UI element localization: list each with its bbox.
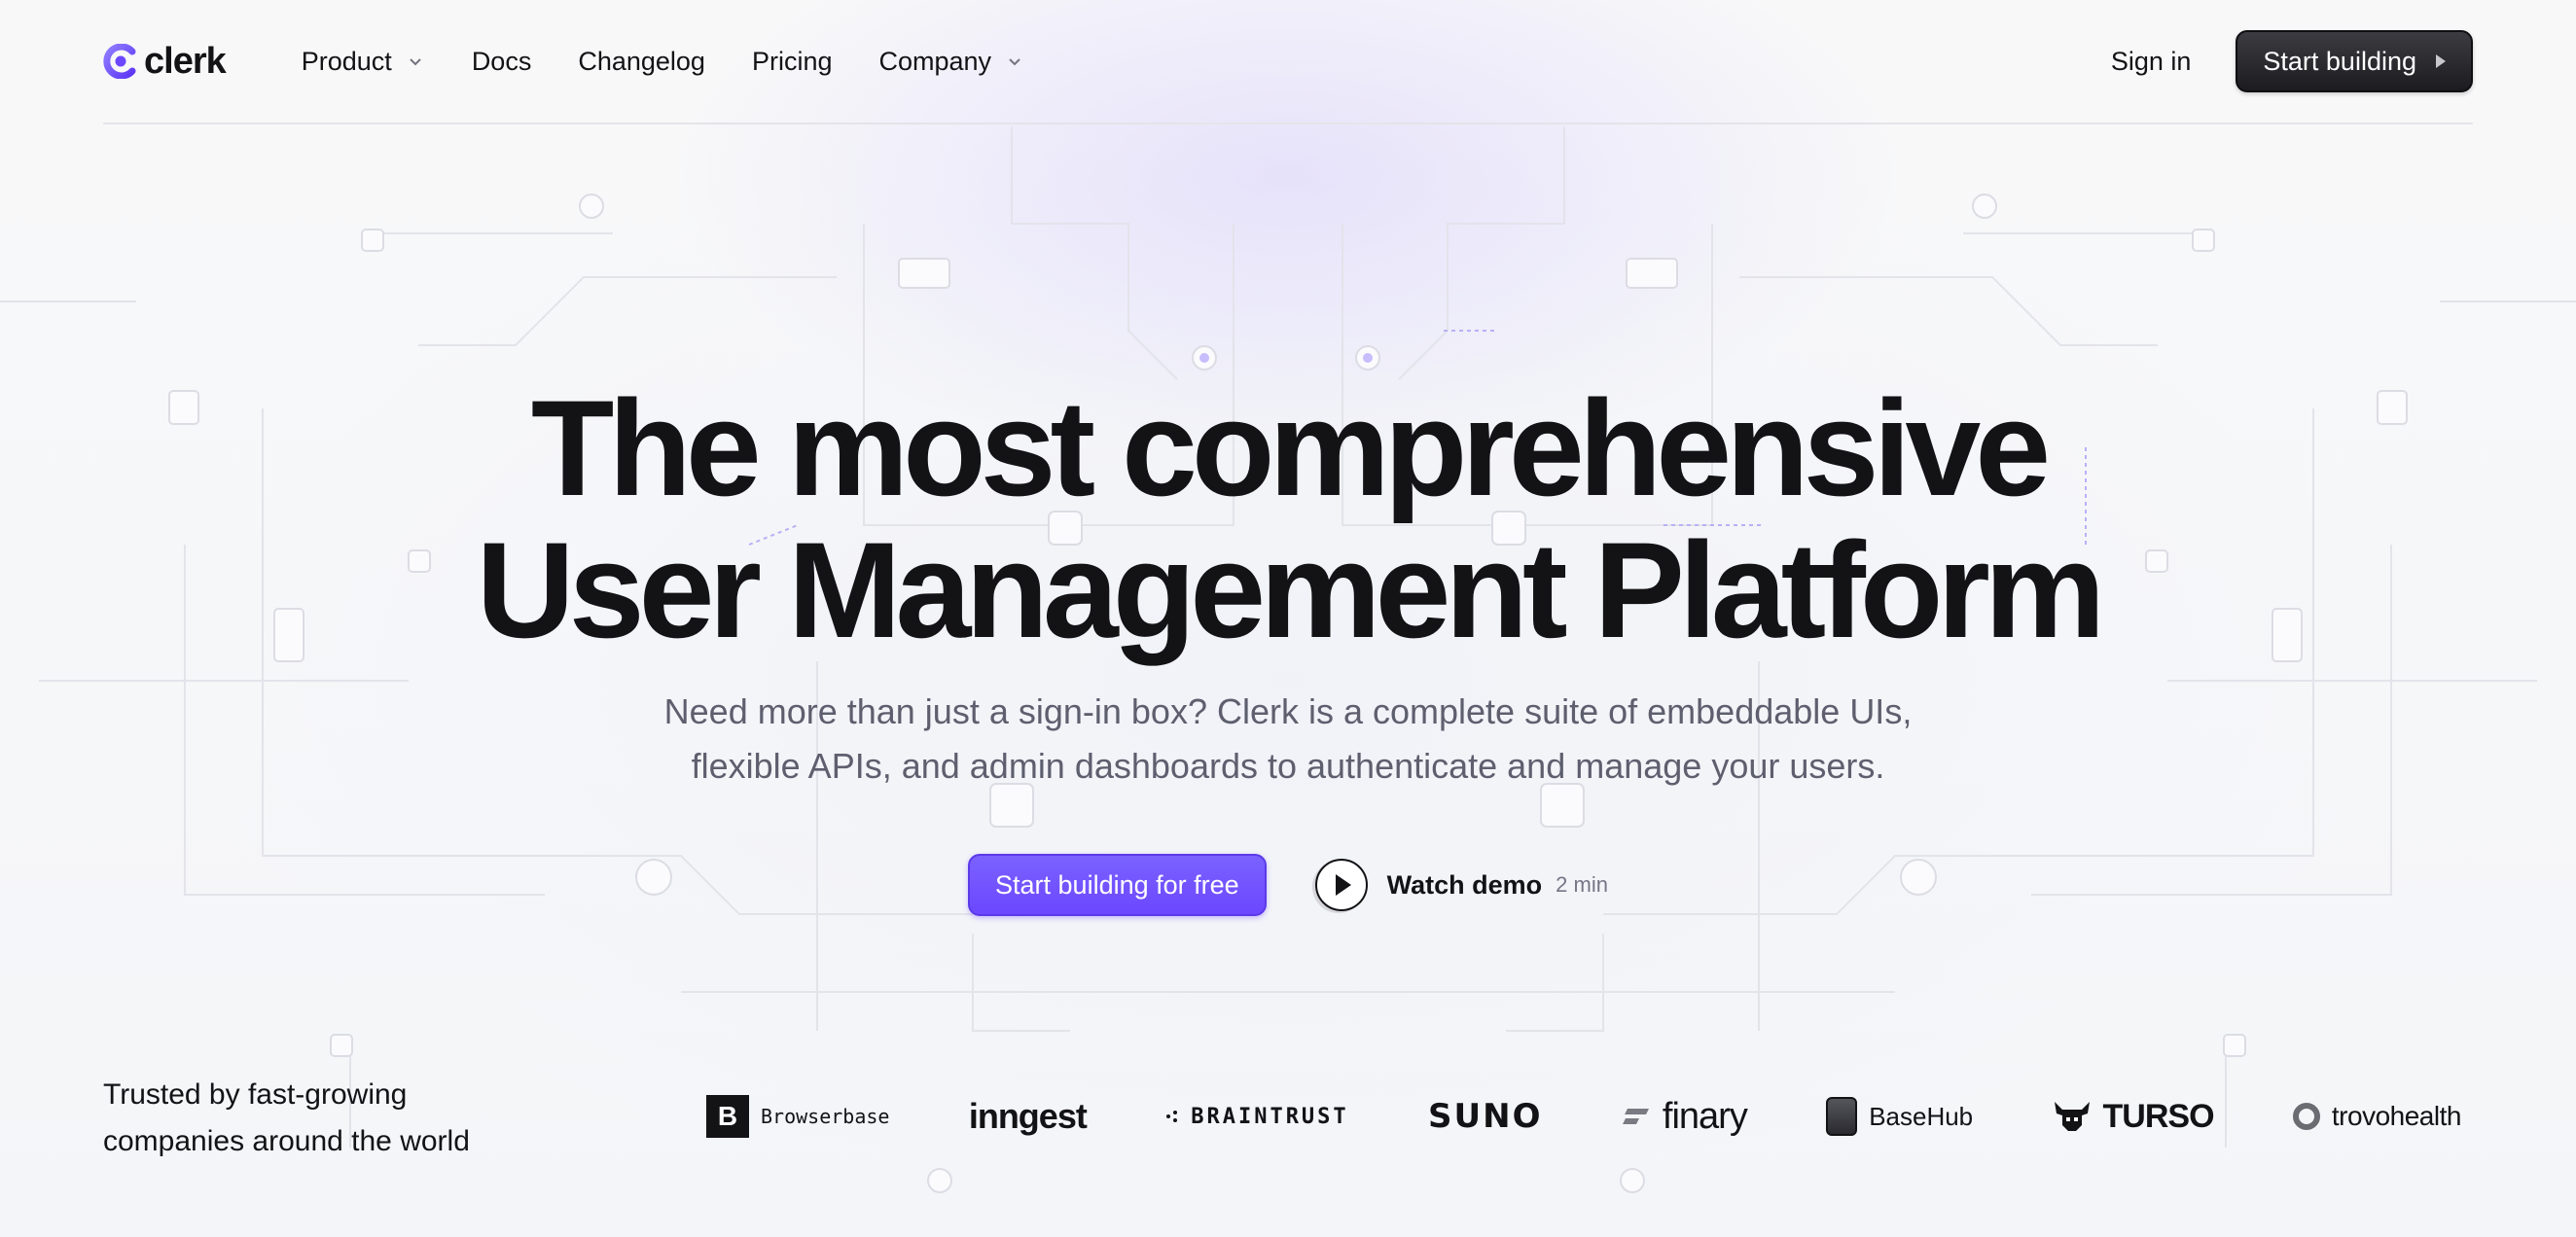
- nav-item-pricing[interactable]: Pricing: [752, 47, 833, 77]
- watch-demo-duration: 2 min: [1556, 872, 1608, 897]
- logo-finary: finary: [1622, 1095, 1748, 1138]
- watch-demo-button[interactable]: Watch demo 2 min: [1314, 859, 1608, 911]
- nav-item-label: Changelog: [578, 46, 705, 76]
- trovo-ring-icon: [2292, 1103, 2320, 1130]
- logo-label: finary: [1662, 1095, 1748, 1137]
- hero-subtitle: Need more than just a sign-in box? Clerk…: [0, 685, 2576, 794]
- start-building-free-button[interactable]: Start building for free: [968, 854, 1267, 916]
- hero-title-line-2: User Management Platform: [476, 513, 2106, 666]
- hero-subtitle-line-2: flexible APIs, and admin dashboards to a…: [691, 746, 1885, 786]
- chevron-down-icon: [1009, 58, 1020, 66]
- nav-item-label: Pricing: [751, 46, 833, 76]
- logo-label: BaseHub: [1869, 1101, 1974, 1131]
- play-icon: [1314, 859, 1368, 911]
- hero-subtitle-line-1: Need more than just a sign-in box? Clerk…: [663, 691, 1913, 731]
- nav-item-company[interactable]: Company: [878, 47, 1024, 77]
- play-arrow-icon: [2436, 54, 2446, 68]
- nav-item-label: Product: [301, 46, 392, 76]
- nav-item-changelog[interactable]: Changelog: [578, 47, 705, 77]
- logo-label: BRAINTRUST: [1191, 1104, 1349, 1129]
- hero-title: The most comprehensive User Management P…: [0, 377, 2576, 661]
- nav-item-product[interactable]: Product: [302, 47, 425, 77]
- watch-demo-label: Watch demo: [1386, 869, 1543, 900]
- nav-item-docs[interactable]: Docs: [472, 47, 532, 77]
- logo-turso: TURSO: [2053, 1097, 2215, 1136]
- logo-label: SUNO: [1428, 1097, 1543, 1136]
- start-building-button[interactable]: Start building: [2236, 30, 2473, 92]
- logo-label: inngest: [968, 1096, 1088, 1136]
- turso-bull-icon: [2054, 1102, 2090, 1131]
- chevron-down-icon: [410, 58, 421, 66]
- customer-logos: B Browserbase inngest BRAINTRUST SUNO fi…: [706, 1087, 2461, 1146]
- basehub-logo-mark: [1826, 1097, 1858, 1136]
- top-navigation: clerk Product Docs Changelog Pricing Com…: [103, 0, 2473, 124]
- start-building-label: Start building: [2263, 46, 2416, 76]
- logo-label: TURSO: [2102, 1097, 2215, 1135]
- logo-braintrust: BRAINTRUST: [1165, 1105, 1348, 1129]
- logo-wordmark: clerk: [144, 40, 227, 82]
- logo-trovohealth: trovohealth: [2292, 1101, 2462, 1132]
- nav-item-label: Docs: [471, 46, 532, 76]
- sign-in-link[interactable]: Sign in: [2111, 47, 2192, 77]
- nav-links: Product Docs Changelog Pricing Company: [302, 47, 1024, 77]
- nav-actions: Sign in Start building: [2111, 30, 2473, 92]
- logo-basehub: BaseHub: [1826, 1097, 1973, 1136]
- nav-item-label: Company: [878, 46, 992, 76]
- braintrust-dots-icon: [1166, 1111, 1178, 1122]
- logo-inngest: inngest: [968, 1096, 1088, 1137]
- hero-title-line-1: The most comprehensive: [530, 371, 2051, 524]
- logo-label: Browserbase: [761, 1105, 890, 1128]
- clerk-logo-icon: [103, 44, 136, 79]
- browserbase-logo-mark: B: [706, 1095, 749, 1138]
- hero-cta-row: Start building for free Watch demo 2 min: [0, 854, 2576, 916]
- trusted-by-text: Trusted by fast-growing companies around…: [103, 1072, 551, 1165]
- finary-mark-icon: [1622, 1109, 1649, 1124]
- logo-suno: SUNO: [1428, 1097, 1542, 1136]
- trusted-line-1: Trusted by fast-growing: [103, 1078, 408, 1111]
- trusted-line-2: companies around the world: [103, 1125, 470, 1157]
- logo-browserbase: B Browserbase: [706, 1095, 889, 1138]
- logo-label: trovohealth: [2331, 1101, 2462, 1131]
- clerk-logo[interactable]: clerk: [103, 40, 227, 83]
